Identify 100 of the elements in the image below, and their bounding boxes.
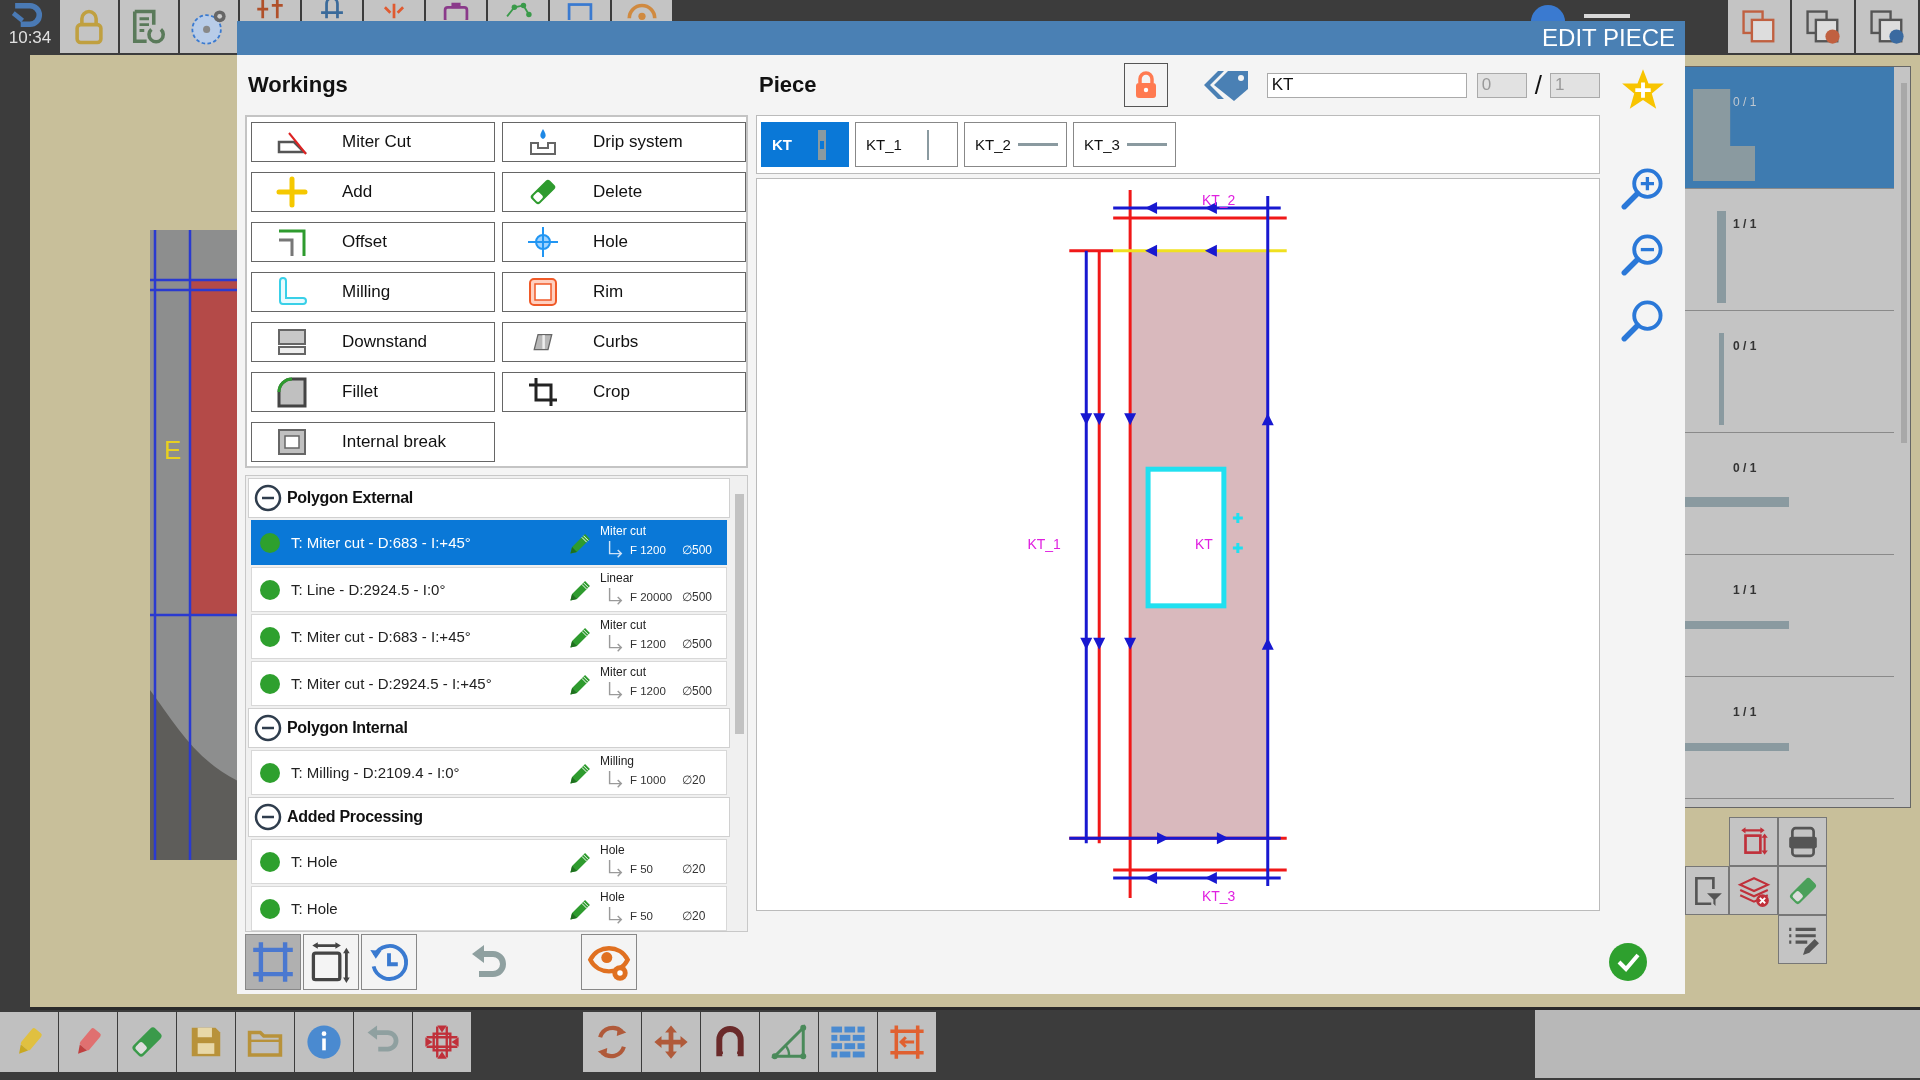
feed-value: F 1000: [630, 774, 667, 786]
resize-arrows-button[interactable]: [1729, 817, 1778, 866]
group-header[interactable]: Polygon External: [248, 478, 730, 518]
processing-row[interactable]: T: Miter cut - D:2924.5 - I:+45° Miter cut F 1200 ∅500: [251, 661, 727, 706]
piece-heading: Piece: [758, 72, 817, 98]
crop-icon: [527, 376, 559, 408]
magnet-button[interactable]: [701, 1012, 759, 1072]
status-dot: [260, 851, 280, 872]
save-button[interactable]: [177, 1012, 235, 1072]
pieces-button[interactable]: [1728, 0, 1790, 53]
pieces-swap-button[interactable]: [1792, 0, 1854, 53]
document-refresh-button[interactable]: [120, 0, 178, 53]
frame-arrow-icon: [888, 1023, 926, 1061]
piece-name-field[interactable]: KT: [1266, 72, 1467, 98]
node-path-button[interactable]: [488, 0, 548, 21]
processing-text: T: Hole: [291, 900, 339, 917]
dxf-file-button[interactable]: [1778, 817, 1827, 866]
processing-row[interactable]: T: Hole Hole F 50 ∅20: [251, 886, 727, 931]
stacked-bars-icon: [276, 326, 308, 358]
processing-row[interactable]: T: Miter cut - D:683 - I:+45° Miter cut F 1200 ∅500: [251, 520, 727, 565]
piece-tab[interactable]: KT_3: [1073, 122, 1176, 167]
camera-button[interactable]: [426, 0, 486, 21]
piece-tab[interactable]: KT_2: [964, 122, 1067, 167]
feed-value: F 1200: [630, 638, 667, 650]
working-button[interactable]: Add: [251, 172, 495, 212]
diameter-value: ∅500: [682, 590, 713, 604]
lock-button[interactable]: [1123, 63, 1168, 107]
status-dot: [260, 673, 280, 694]
rectangle-button[interactable]: [550, 0, 610, 21]
tool-name: Miter cut: [600, 618, 647, 633]
confirm-check-icon[interactable]: [1607, 942, 1648, 982]
brick-pattern-button[interactable]: [819, 1012, 877, 1072]
processing-row[interactable]: T: Milling - D:2109.4 - I:0° Milling F 1000 ∅20: [251, 750, 727, 795]
frame-arrow-button[interactable]: [878, 1012, 936, 1072]
canvas-letter: E: [164, 435, 182, 466]
touch-button[interactable]: [302, 0, 362, 21]
piece-count: 1 / 1: [1733, 217, 1757, 231]
marker-button[interactable]: [59, 1012, 117, 1072]
group-header[interactable]: Polygon Internal: [248, 708, 730, 748]
processing-row[interactable]: T: Hole Hole F 50 ∅20: [251, 839, 727, 884]
folder-button[interactable]: [236, 1012, 294, 1072]
history-button[interactable]: [361, 934, 417, 990]
layers-delete-button[interactable]: [1729, 866, 1778, 915]
disc-gear-icon: [190, 7, 228, 46]
piece-tab[interactable]: KT_1: [855, 122, 958, 167]
frame-icon: [527, 276, 559, 308]
piece-tab[interactable]: KT: [761, 122, 849, 167]
resize-icon: [309, 940, 353, 984]
tool-name: Miter cut: [600, 665, 647, 680]
workings-heading: Workings: [247, 72, 348, 98]
processing-row[interactable]: T: Miter cut - D:683 - I:+45° Miter cut F 1200 ∅500: [251, 614, 727, 659]
working-button[interactable]: Downstand: [251, 322, 495, 362]
working-button[interactable]: Hole: [502, 222, 746, 262]
search-icon[interactable]: [1620, 298, 1665, 342]
dialog-title: EDIT PIECE: [1542, 24, 1675, 52]
disc-settings-button[interactable]: [180, 0, 238, 53]
zoom-in-icon[interactable]: [1620, 166, 1665, 210]
line-preview-icon: [1127, 143, 1167, 146]
shrink-arrows-button[interactable]: [413, 1012, 471, 1072]
resize-button[interactable]: [303, 934, 359, 990]
pieces-info-button[interactable]: [1856, 0, 1918, 53]
collapse-icon[interactable]: [254, 714, 282, 742]
working-button[interactable]: Delete: [502, 172, 746, 212]
piece-label: KT_1: [1027, 536, 1061, 552]
filter-page-button[interactable]: [1685, 866, 1729, 915]
move-icon: [652, 1023, 690, 1061]
spark-button[interactable]: [364, 0, 424, 21]
eraser-button[interactable]: [1778, 866, 1827, 915]
zoom-out-icon[interactable]: [1620, 232, 1665, 276]
star-add-icon[interactable]: [1620, 67, 1665, 111]
view-settings-button[interactable]: [581, 934, 637, 990]
working-button[interactable]: Curbs: [502, 322, 746, 362]
working-button[interactable]: Drip system: [502, 122, 746, 162]
collapse-icon[interactable]: [254, 484, 282, 512]
working-button[interactable]: Crop: [502, 372, 746, 412]
sliders-button[interactable]: [240, 0, 300, 21]
group-title: Polygon External: [287, 489, 413, 507]
working-button[interactable]: Rim: [502, 272, 746, 312]
piece-count: 0 / 1: [1733, 339, 1757, 353]
corner-arrow-icon: [606, 540, 624, 560]
group-header[interactable]: Added Processing: [248, 797, 730, 837]
processing-row[interactable]: T: Line - D:2924.5 - I:0° Linear F 20000 ∅500: [251, 567, 727, 612]
working-button[interactable]: Miter Cut: [251, 122, 495, 162]
scrollbar[interactable]: [1901, 83, 1907, 443]
working-button[interactable]: Fillet: [251, 372, 495, 412]
working-button[interactable]: Internal break: [251, 422, 495, 462]
tool-name: Hole: [600, 843, 626, 858]
piece-label: KT: [1194, 536, 1213, 552]
working-button[interactable]: Offset: [251, 222, 495, 262]
collapse-icon[interactable]: [254, 803, 282, 831]
rotate-arrows-button[interactable]: [583, 1012, 641, 1072]
eraser-button[interactable]: [118, 1012, 176, 1072]
status-dot: [260, 626, 280, 647]
angle-ruler-icon: [770, 1023, 808, 1061]
eye-button[interactable]: [612, 0, 672, 21]
list-edit-button[interactable]: [1778, 915, 1827, 964]
diameter-value: ∅20: [682, 862, 706, 876]
info-button[interactable]: [295, 1012, 353, 1072]
working-button[interactable]: Milling: [251, 272, 495, 312]
move-button[interactable]: [642, 1012, 700, 1072]
